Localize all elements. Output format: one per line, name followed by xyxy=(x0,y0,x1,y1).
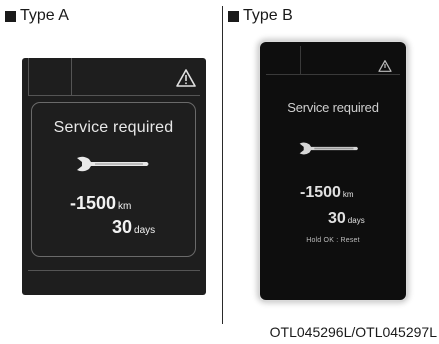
figure-code: OTL045296L/OTL045297L xyxy=(269,324,437,340)
type-a-heading: Type A xyxy=(5,6,69,26)
days-value: 30 xyxy=(328,210,346,227)
distance-unit: km xyxy=(342,190,354,199)
distance-unit: km xyxy=(118,201,132,212)
type-b-heading: Type B xyxy=(228,6,293,26)
divider xyxy=(28,95,200,96)
wrench-icon xyxy=(77,156,149,172)
type-b-cluster-display: Service required -1500 km 30 days Hold OK … xyxy=(260,42,406,300)
remaining-days: 30 days xyxy=(328,210,365,228)
days-value: 30 xyxy=(112,217,133,237)
warning-triangle-icon xyxy=(378,60,392,72)
divider xyxy=(28,270,200,271)
wrench-icon xyxy=(299,142,358,155)
days-unit: days xyxy=(134,225,156,236)
service-message: Service required xyxy=(287,100,379,115)
distance-value: -1500 xyxy=(70,193,117,213)
type-a-heading-label: Type A xyxy=(20,7,69,24)
status-box xyxy=(266,46,301,74)
service-message: Service required xyxy=(53,119,174,136)
square-icon xyxy=(5,10,16,22)
column-divider xyxy=(222,6,223,324)
reset-hint: Hold OK : Reset xyxy=(306,237,360,244)
remaining-distance: -1500 km xyxy=(300,184,354,202)
status-box xyxy=(28,58,72,96)
remaining-days: 30 days xyxy=(112,217,155,238)
days-unit: days xyxy=(347,216,365,225)
warning-triangle-icon xyxy=(176,69,196,87)
distance-value: -1500 xyxy=(300,184,341,201)
square-icon xyxy=(228,10,239,22)
remaining-distance: -1500 km xyxy=(70,193,131,214)
service-panel: Service required -1500 km 30 days xyxy=(31,102,196,257)
status-strip xyxy=(266,46,400,75)
type-a-cluster-display: Service required -1500 km 30 days xyxy=(22,58,206,295)
type-b-heading-label: Type B xyxy=(243,7,293,24)
